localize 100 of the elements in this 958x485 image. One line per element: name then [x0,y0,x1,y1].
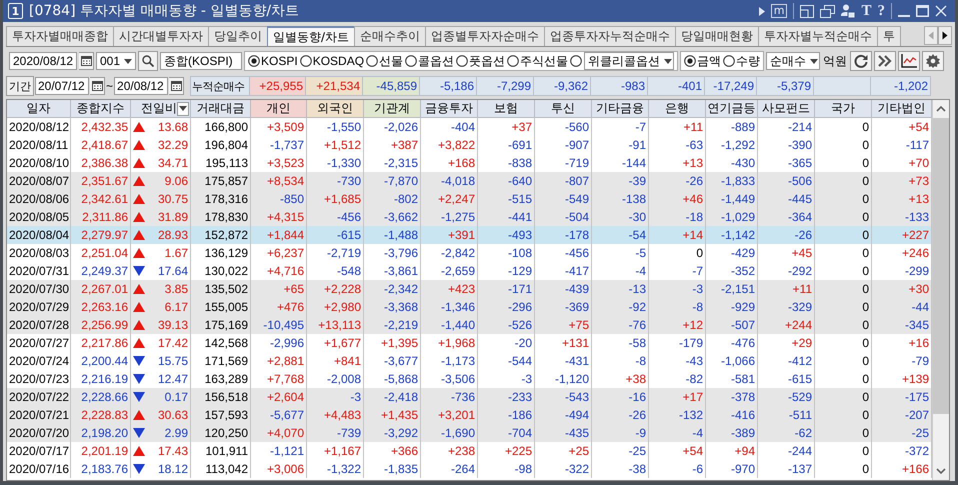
table-cell: 17.43 [158,444,188,458]
calendar-button[interactable] [90,77,105,95]
table-row[interactable]: 2020/08/04 2,279.97 28.93 152,872 +1,844 -615 -1,488 +391 -493 -178 -54 +14 -1,142 -26 0 +227 [7,226,932,244]
caret-icon [664,58,672,64]
vertical-scrollbar[interactable] [932,100,949,480]
tab[interactable]: 업종투자자누적순매수 [544,26,676,46]
memo-button[interactable]: m [770,4,788,18]
summary-cell: +21,534 [306,76,363,96]
font-button[interactable]: T [861,2,872,20]
tab[interactable]: 투 [877,26,902,46]
tab[interactable]: 투자자별매매종합 [6,26,114,46]
tab[interactable]: 투자자별누적순매수 [758,26,878,46]
summary-label: 누적순매수 [190,76,250,96]
search-icon [142,55,154,67]
radio-icon[interactable] [248,55,260,67]
table-row[interactable]: 2020/07/16 2,183.76 18.12 113,042 +3,006 -1,322 -1,835 -264 -98 -322 -38 -6 -970 -137 0 +166 [7,460,932,478]
summary-cell: -7,299 [477,76,534,96]
calendar-button[interactable] [169,77,184,95]
window-number-badge: 1 [8,3,23,19]
tab[interactable]: 당일매매현황 [675,26,760,46]
windows-icon[interactable] [820,4,836,18]
refresh-button[interactable] [850,51,872,71]
table-cell: 34.71 [158,156,188,170]
maximize-icon[interactable] [916,5,929,17]
caret-icon [810,58,818,64]
summary-cell: -45,859 [363,76,420,96]
radio-option[interactable]: KOSPI [248,54,298,68]
summary-cell [814,76,871,96]
calendar-button[interactable] [79,52,94,70]
table-row[interactable]: 2020/08/06 2,342.61 30.75 178,316 -850 +1,685 -802 +2,247 -515 -549 -138 +46 -1,449 -445 0 +13 [7,190,932,208]
table-row[interactable]: 2020/07/27 2,217.86 17.42 142,568 -2,996 +1,677 +1,395 +1,968 -20 +131 -58 -179 -476 +29 0 +16 [7,334,932,352]
table-cell: -1,322 [307,460,364,478]
name-field[interactable]: 종합(KOSPI) [160,52,242,70]
radio-icon[interactable] [300,55,312,67]
table-row[interactable]: 2020/07/24 2,200.44 15.75 171,569 +2,881 +841 -3,677 -1,173 -544 -431 -8 -43 -1,066 -412 0 -79 [7,352,932,370]
radio-option[interactable]: 주식선물 [507,52,568,70]
table-row[interactable]: 2020/08/10 2,386.38 34.71 195,113 +3,523 -1,330 -2,315 +168 -838 -719 -144 +13 -430 -365 0 +70 [7,154,932,172]
radio-icon[interactable] [507,55,520,67]
scrollbar-thumb[interactable] [933,118,949,414]
table-cell: 17.64 [158,264,188,278]
search-button[interactable] [138,51,158,71]
table-row[interactable]: 2020/07/23 2,216.19 12.47 163,289 +7,768 -2,008 -5,868 -3,506 -3 -1,120 +38 -82 -581 -615 0 +139 [7,370,932,388]
date-field[interactable]: 2020/08/12 [9,52,77,70]
date-field[interactable]: 20/08/12 [114,77,168,95]
summary-cell: -401 [648,76,705,96]
radio-icon[interactable] [456,55,468,67]
double-chevron-icon [878,55,892,67]
table-row[interactable]: 2020/07/28 2,256.99 39.13 175,169 -10,495 +13,113 -2,219 -1,440 -526 +75 -76 +12 -507 +244 0 -345 [7,316,932,334]
radio-option[interactable]: KOSDAQ [300,54,364,68]
date-field[interactable]: 20/07/12 [35,77,89,95]
radio-icon[interactable] [405,55,418,67]
column-header: 외국인 [307,100,364,118]
table-row[interactable]: 2020/08/12 2,432.35 13.68 166,800 +3,509 -1,550 -2,026 -404 +37 -560 -7 +11 -889 -214 0 +54 [7,118,932,136]
chart-button[interactable] [898,51,920,71]
play-icon[interactable] [758,6,765,16]
table-row[interactable]: 2020/07/30 2,267.01 3.85 135,502 +65 +2,228 -2,342 +423 -171 -439 -13 -3 -2,151 +11 0 +30 [7,280,932,298]
tab[interactable]: 일별동향/차트 [267,26,356,46]
layout-icon[interactable] [800,4,814,18]
radio-icon[interactable] [570,55,582,67]
column-header: 은행 [649,100,706,118]
close-icon[interactable] [935,5,947,17]
summary-cell: -17,249 [705,76,757,96]
summary-cell: -9,362 [534,76,591,96]
settings-button[interactable] [922,51,944,71]
table-row[interactable]: 2020/07/31 2,249.37 17.64 130,022 +4,716 -548 -3,861 -2,659 -129 -417 -4 -7 -352 -292 0 -299 [7,262,932,280]
radio-option[interactable]: 콜옵션 [405,52,454,70]
table-row[interactable]: 2020/07/29 2,263.16 6.17 155,005 +476 +2,980 -3,368 -1,346 -296 -369 -92 -8 -929 -329 0 -44 [7,298,932,316]
table-cell: 15.75 [158,354,188,368]
period-button[interactable]: 기간 [6,76,34,96]
radio-icon[interactable] [684,55,696,67]
table-cell: 2.99 [164,426,188,440]
table-row[interactable]: 2020/07/17 2,201.19 17.43 101,911 -1,121 +1,167 +366 +238 +225 +25 -25 +54 +94 -244 0 -372 [7,442,932,460]
user-lock-icon[interactable] [841,4,856,18]
tab[interactable]: 시간대별투자자 [113,26,209,46]
table-row[interactable]: 2020/07/21 2,228.83 30.63 157,593 -5,677 +4,483 +1,435 +3,201 -186 -494 -26 -132 -416 -511 0 -207 [7,406,932,424]
help-button[interactable]: ? [878,2,885,20]
next-button[interactable] [874,51,896,71]
tab[interactable]: 순매수추이 [354,26,426,46]
column-header: 보험 [478,100,535,118]
table-row[interactable]: 2020/08/11 2,418.67 32.29 196,804 -1,737 +1,512 +387 +3,822 -691 -907 -91 -63 -1,292 -390 0 -117 [7,136,932,154]
table-row[interactable]: 2020/07/22 2,228.66 0.17 156,518 +2,604 -3 -2,418 -736 -233 -543 -16 +17 -378 -529 0 -175 [7,388,932,406]
radio-option[interactable]: 금액 [684,52,722,70]
table-cell: -38 [592,460,649,478]
radio-option[interactable]: 선물 [366,52,404,70]
table-cell: 13.68 [158,120,188,134]
table-row[interactable]: 2020/08/05 2,311.86 31.89 178,830 +4,315 -456 -3,662 -1,275 -441 -504 -30 -18 -1,029 -364 0 -133 [7,208,932,226]
radio-icon[interactable] [366,55,378,67]
sort-menu-button[interactable] [177,102,189,116]
code-dropdown[interactable]: 001 [96,52,136,70]
table-row[interactable]: 2020/08/07 2,351.67 9.06 175,857 +8,534 -730 -7,870 -4,018 -640 -807 -39 -26 -1,833 -506 0 +73 [7,172,932,190]
dropdown[interactable]: 순매수 [766,52,820,70]
table-row[interactable]: 2020/07/20 2,198.20 2.99 120,250 +4,070 -739 -3,292 -1,690 -704 -435 -9 -4 -389 -62 0 -25 [7,424,932,442]
tab[interactable]: 당일추이 [208,26,268,46]
dropdown[interactable]: 위클리콜옵션 [584,52,674,70]
radio-option[interactable]: 수량 [723,52,760,70]
tab[interactable]: 업종별투자자순매수 [425,26,546,46]
radio-option[interactable]: 풋옵션 [456,52,506,70]
table-row[interactable]: 2020/08/03 2,251.04 1.67 136,129 +6,237 -2,719 -3,796 -2,842 -108 -456 -5 0 -429 +45 0 +246 [7,244,932,262]
column-header: 일자 [7,100,71,118]
radio-icon[interactable] [723,55,736,67]
